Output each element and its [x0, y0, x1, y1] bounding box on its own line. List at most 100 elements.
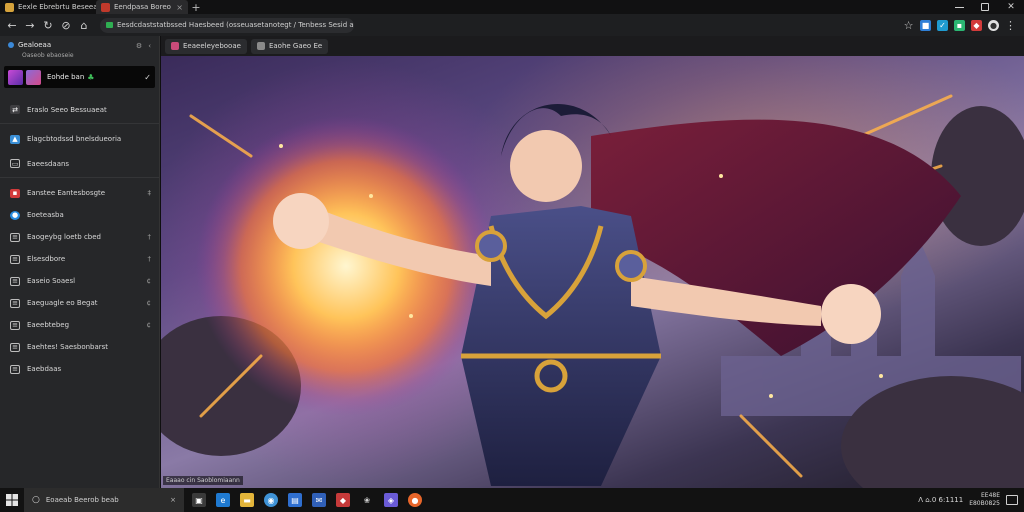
sidebar-item-3-trail: ‡	[147, 189, 152, 197]
reload-icon: ↻	[43, 18, 53, 32]
clock[interactable]: EE48E E80B0825	[969, 492, 1000, 508]
hero-artwork-image	[161, 56, 1024, 488]
sidebar-item-6-label: Elsesdbore	[27, 255, 66, 263]
arrow-icon: ⇄	[10, 105, 20, 114]
tab-1-label: Eexle Ebrebrtu Beseea	[18, 3, 96, 11]
sidebar-item-11[interactable]: ≡ Eaebdaas	[0, 358, 159, 380]
browser-tab-1[interactable]: Eexle Ebrebrtu Beseea	[0, 0, 96, 14]
doc-icon: ≡	[10, 364, 20, 374]
sidebar-item-0[interactable]: ⇄ Eraslo Seeo Bessuaeat	[0, 96, 159, 124]
taskbar: ○ Eoaeab Beerob beab × ▣ e ▬ ◉ ▤ ✉ ◆ ❀ ◈…	[0, 488, 1024, 512]
sidebar-collapse-icon[interactable]: ‹	[148, 42, 151, 50]
profile-icon[interactable]: ●	[988, 19, 999, 31]
reload-button[interactable]: ↻	[40, 17, 56, 33]
address-text: Eesdcdaststatbssed Haesbeed (osseuasetan…	[117, 21, 354, 29]
menu-icon[interactable]: ⋮	[1005, 19, 1016, 32]
content-tab-2-favicon	[256, 42, 265, 50]
sidebar-item-1-label: Elagcbtodssd bnelsdueoria	[27, 135, 122, 143]
content-tab-1-favicon	[171, 42, 179, 50]
start-button[interactable]	[0, 488, 24, 512]
sidebar-item-5-label: Eaogeybg loetb cbed	[27, 233, 101, 241]
sidebar-profile-row[interactable]: Eohde ban ♣ ✓	[4, 66, 155, 88]
content-tab-bar: Eeaeeleyebooae Eaohe Gaeo Ee	[161, 36, 1024, 56]
profile-thumb-2	[26, 69, 41, 85]
sidebar-list: ⇄ Eraslo Seeo Bessuaeat ▲ Elagcbtodssd b…	[0, 96, 159, 380]
stop-button[interactable]: ⊘	[58, 17, 74, 33]
content-tab-2-label: Eaohe Gaeo Ee	[268, 42, 323, 50]
sidebar-settings-icon[interactable]: ⚙	[136, 42, 142, 50]
sidebar-item-2[interactable]: ▭ Eaeesdaans	[0, 150, 159, 178]
extension-red-icon[interactable]: ◆	[971, 19, 982, 31]
sidebar-subtitle: Oaseob ebaoseie	[22, 52, 74, 59]
sidebar-item-9[interactable]: ≡ Eaeebtebeg ¢	[0, 314, 159, 336]
sidebar-item-4[interactable]: ● Eoeteasba	[0, 204, 159, 226]
maximize-button[interactable]	[972, 0, 998, 14]
sidebar-item-6[interactable]: ≡ Elsesdbore †	[0, 248, 159, 270]
new-tab-button[interactable]: +	[188, 1, 204, 14]
sidebar-item-9-label: Eaeebtebeg	[27, 321, 70, 329]
sidebar-item-10-label: Eaehtes! Saesbonbarst	[27, 343, 109, 351]
sidebar-item-3[interactable]: ▪ Eanstee Eantesbosgte ‡	[0, 182, 159, 204]
profile-thumb-1	[8, 69, 23, 85]
store-icon[interactable]: ▤	[288, 493, 302, 507]
sidebar-item-3-label: Eanstee Eantesbosgte	[27, 189, 106, 197]
hero-artwork-svg	[161, 94, 1024, 488]
minimize-icon	[954, 6, 964, 8]
firefox-icon[interactable]: ●	[408, 493, 422, 507]
main-content: Eeaeeleyebooae Eaohe Gaeo Ee	[161, 36, 1024, 488]
doc-icon: ≡	[10, 298, 20, 308]
file-explorer-icon[interactable]: ▬	[240, 493, 254, 507]
mail-icon[interactable]: ✉	[312, 493, 326, 507]
sidebar-item-8[interactable]: ≡ Eaeguagle eo Begat ¢	[0, 292, 159, 314]
content-tab-2[interactable]: Eaohe Gaeo Ee	[250, 38, 329, 54]
notification-icon[interactable]	[1006, 495, 1018, 505]
back-button[interactable]: ←	[4, 17, 20, 33]
sidebar-item-6-trail: †	[147, 255, 152, 263]
extension-teal-icon[interactable]: ✓	[937, 19, 948, 31]
sidebar-item-7-label: Easeio Soaesl	[27, 277, 76, 285]
minimize-button[interactable]	[946, 0, 972, 14]
back-arrow-icon: ←	[7, 18, 17, 32]
extension-blue-icon[interactable]: ■	[920, 19, 931, 31]
search-text: Eoaeab Beerob beab	[45, 496, 119, 504]
search-icon: ○	[32, 495, 40, 505]
close-icon: ✕	[1007, 2, 1015, 12]
sidebar-item-10[interactable]: ≡ Eaehtes! Saesbonbarst	[0, 336, 159, 358]
sidebar-item-7-trail: ¢	[146, 277, 151, 285]
purple-app-icon[interactable]: ◈	[384, 493, 398, 507]
close-window-button[interactable]: ✕	[998, 0, 1024, 14]
sidebar-item-7[interactable]: ≡ Easeio Soaesl ¢	[0, 270, 159, 292]
search-close-icon[interactable]: ×	[170, 496, 176, 504]
extension-green-icon[interactable]: ▪	[954, 19, 965, 31]
content-tab-1[interactable]: Eeaeeleyebooae	[165, 38, 247, 54]
forward-button[interactable]: →	[22, 17, 38, 33]
sidebar-item-11-label: Eaebdaas	[27, 365, 62, 373]
clock-time: EE48E	[980, 492, 1000, 499]
tab-2-label: Eendpasa Boreo	[114, 3, 171, 11]
doc-icon: ≡	[10, 254, 20, 264]
task-view-icon[interactable]: ▣	[192, 493, 206, 507]
doc-icon: ≡	[10, 342, 20, 352]
tab-close-icon[interactable]: ×	[176, 3, 183, 12]
chrome-icon[interactable]: ◉	[264, 493, 278, 507]
tray-text[interactable]: ᐱ ⌂.0 6:1111	[918, 496, 963, 504]
system-tray: ᐱ ⌂.0 6:1111 EE48E E80B0825	[918, 492, 1024, 508]
home-button[interactable]: ⌂	[76, 17, 92, 33]
taskbar-search[interactable]: ○ Eoaeab Beerob beab ×	[24, 488, 184, 512]
doc-icon: ≡	[10, 232, 20, 242]
toolbar-extensions: ☆ ■ ✓ ▪ ◆ ● ⋮	[903, 19, 1020, 32]
red-app-icon[interactable]: ◆	[336, 493, 350, 507]
taskbar-apps: ▣ e ▬ ◉ ▤ ✉ ◆ ❀ ◈ ●	[192, 493, 422, 507]
sidebar-title: Gealoeaa	[18, 41, 52, 49]
windows-logo-icon	[6, 494, 18, 506]
address-bar[interactable]: Eesdcdaststatbssed Haesbeed (osseuasetan…	[100, 17, 354, 33]
leaf-icon: ♣	[87, 72, 95, 82]
sidebar-item-1[interactable]: ▲ Elagcbtodssd bnelsdueoria	[0, 128, 159, 150]
browser-tab-2[interactable]: Eendpasa Boreo ×	[96, 0, 188, 14]
sidebar-item-5[interactable]: ≡ Eaogeybg loetb cbed †	[0, 226, 159, 248]
sidebar-header: Gealoeaa Oaseob ebaoseie ⚙ ‹	[0, 36, 159, 66]
paw-icon[interactable]: ❀	[360, 493, 374, 507]
star-icon[interactable]: ☆	[903, 19, 914, 32]
doc-icon: ≡	[10, 276, 20, 286]
edge-icon[interactable]: e	[216, 493, 230, 507]
